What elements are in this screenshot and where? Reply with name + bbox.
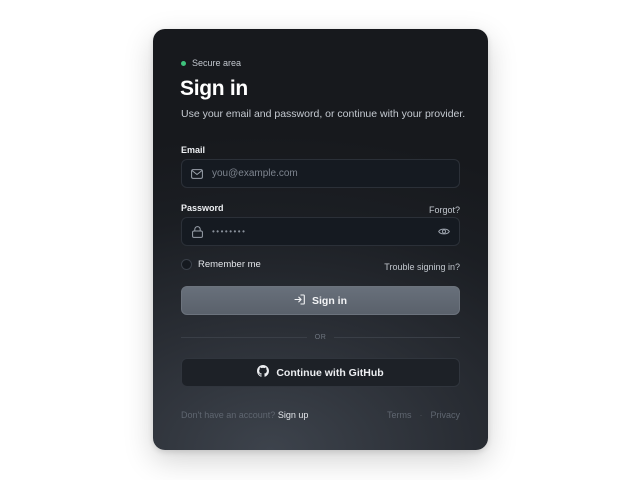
email-input[interactable]: [212, 168, 459, 179]
footer-links: Terms · Privacy: [387, 410, 460, 420]
forgot-password-link[interactable]: Forgot?: [429, 205, 460, 215]
sign-in-button-label: Sign in: [312, 294, 347, 307]
privacy-link[interactable]: Privacy: [430, 410, 460, 420]
remember-me-label: Remember me: [198, 259, 261, 270]
mail-icon: [182, 168, 212, 179]
or-divider: OR: [181, 332, 460, 342]
password-field-wrapper: ••••••••: [181, 217, 460, 246]
terms-link[interactable]: Terms: [387, 410, 412, 420]
signup-prompt-text: Don't have an account?: [181, 410, 276, 420]
signup-prompt: Don't have an account? Sign up: [181, 410, 308, 420]
divider-line-left: [181, 336, 307, 338]
eye-icon[interactable]: [429, 227, 459, 236]
sign-in-button[interactable]: Sign in: [181, 286, 460, 315]
remember-me-checkbox[interactable]: Remember me: [181, 259, 261, 270]
checkbox-icon[interactable]: [181, 259, 192, 270]
email-field-wrapper: [181, 159, 460, 188]
secure-badge-label: Secure area: [192, 58, 242, 68]
sign-in-card: Secure area Sign in Use your email and p…: [153, 29, 488, 450]
password-label: Password: [181, 203, 224, 213]
github-button[interactable]: Continue with GitHub: [181, 358, 460, 387]
sign-up-link[interactable]: Sign up: [278, 410, 309, 420]
email-label: Email: [181, 145, 206, 155]
secure-badge: Secure area: [181, 58, 241, 68]
lock-icon: [182, 225, 212, 238]
page-subtitle: Use your email and password, or continue…: [181, 108, 466, 120]
sign-in-icon: [294, 293, 305, 308]
page-title: Sign in: [180, 77, 248, 100]
github-button-label: Continue with GitHub: [276, 366, 384, 379]
status-dot-icon: [181, 60, 186, 66]
divider-line-right: [334, 336, 460, 338]
divider-label: OR: [314, 333, 327, 341]
footer-separator: ·: [419, 410, 423, 420]
github-icon: [257, 365, 270, 380]
password-input[interactable]: ••••••••: [212, 227, 429, 236]
trouble-signing-in-link[interactable]: Trouble signing in?: [384, 262, 460, 272]
